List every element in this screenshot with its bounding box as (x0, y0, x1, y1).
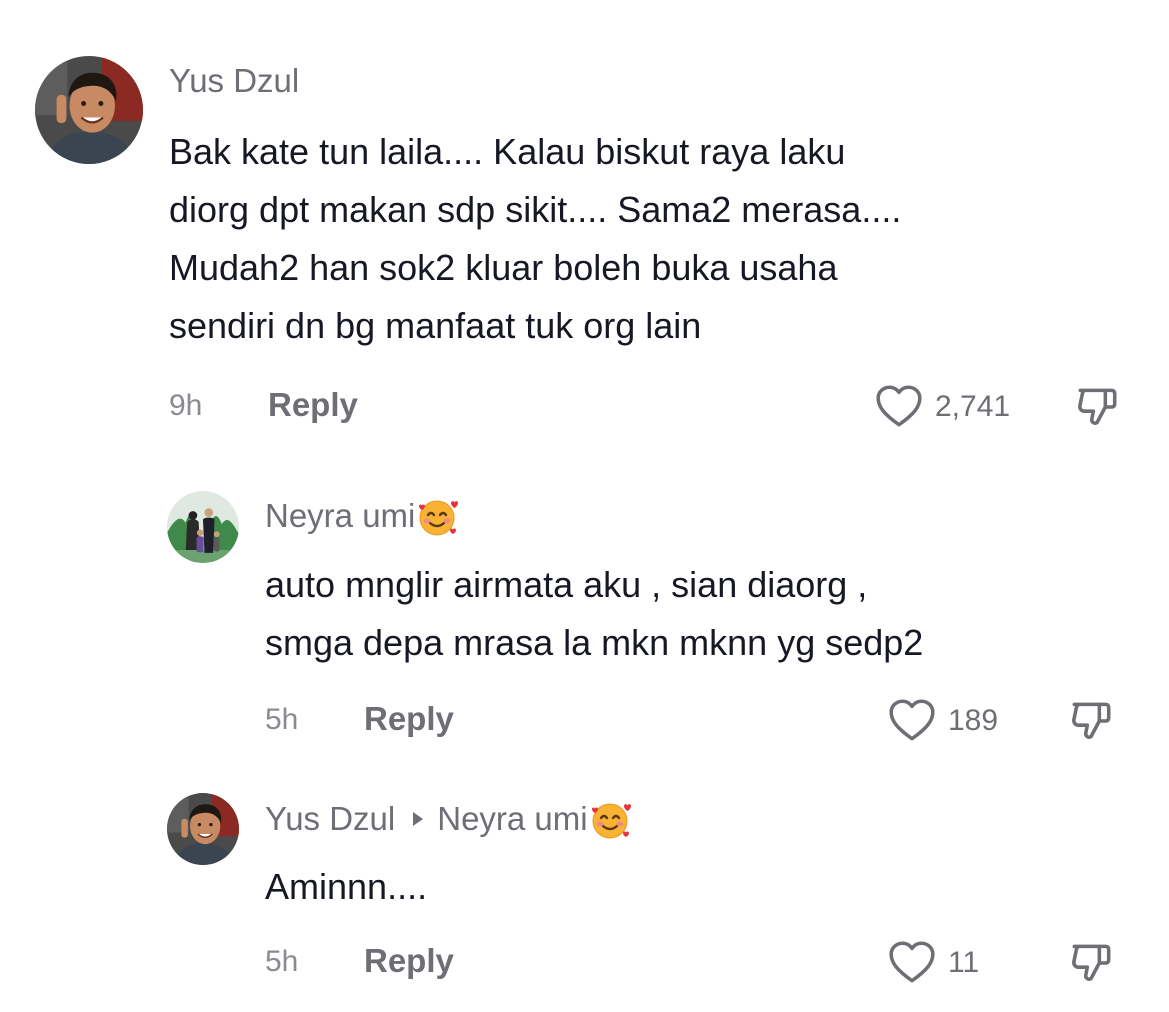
comment-body: Bak kate tun laila.... Kalau biskut raya… (169, 123, 901, 355)
smiling-face-with-hearts-icon (590, 797, 634, 841)
reply-button[interactable]: Reply (268, 386, 358, 424)
dislike-button[interactable] (1072, 382, 1122, 437)
heart-icon (886, 938, 938, 988)
comment-timestamp: 9h (169, 389, 203, 422)
username-text: Yus Dzul (265, 800, 396, 837)
heart-icon (886, 696, 938, 746)
comment-body: Aminnn.... (265, 858, 427, 916)
reply-to-username[interactable]: Neyra umi (437, 800, 587, 838)
family-portrait-avatar-icon (167, 491, 239, 563)
comment-line: smga depa mrasa la mkn mknn yg sedp2 (265, 622, 924, 663)
comment-line: Aminnn.... (265, 866, 428, 907)
like-count: 189 (948, 704, 999, 737)
boy-portrait-avatar-icon (167, 793, 239, 865)
thumbs-down-icon (1072, 382, 1122, 432)
reply-button[interactable]: Reply (364, 942, 454, 980)
comment-line: sendiri dn bg manfaat tuk org lain (169, 305, 702, 346)
comment-timestamp: 5h (265, 703, 299, 736)
dislike-button[interactable] (1066, 938, 1116, 993)
like-count: 2,741 (935, 390, 1011, 423)
comment-line: Bak kate tun laila.... Kalau biskut raya… (169, 131, 846, 172)
smiling-face-with-hearts-icon (417, 494, 461, 538)
like-count: 11 (948, 946, 980, 979)
reply-button[interactable]: Reply (364, 700, 454, 738)
boy-portrait-avatar-icon (35, 56, 143, 164)
comment-line: diorg dpt makan sdp sikit.... Sama2 mera… (169, 189, 902, 230)
comment-line: auto mnglir airmata aku , sian diaorg , (265, 564, 868, 605)
heart-icon (873, 382, 925, 432)
comment-body: auto mnglir airmata aku , sian diaorg , … (265, 556, 923, 672)
avatar[interactable] (35, 56, 143, 164)
username-text: Neyra umi (265, 497, 416, 534)
comment-username[interactable]: Neyra umi (265, 494, 461, 538)
avatar[interactable] (167, 793, 239, 865)
like-button[interactable]: 11 (886, 938, 979, 988)
dislike-button[interactable] (1066, 696, 1116, 751)
like-button[interactable]: 189 (886, 696, 998, 746)
comment-line: Mudah2 han sok2 kluar boleh buka usaha (169, 247, 838, 288)
comment-username[interactable]: Yus Dzul (169, 62, 299, 100)
reply-arrow-icon (413, 812, 424, 826)
thumbs-down-icon (1066, 938, 1116, 988)
comment-timestamp: 5h (265, 945, 299, 978)
thumbs-down-icon (1066, 696, 1116, 746)
comment-username[interactable]: Yus Dzul Neyra umi (265, 797, 634, 841)
username-text: Yus Dzul (169, 62, 300, 99)
avatar[interactable] (167, 491, 239, 563)
like-button[interactable]: 2,741 (873, 382, 1010, 432)
